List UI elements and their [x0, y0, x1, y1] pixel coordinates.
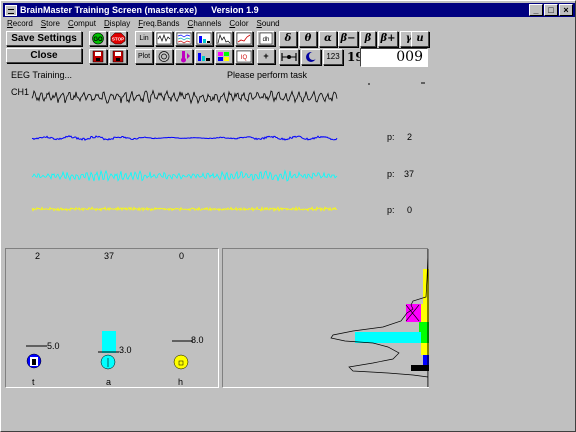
- menu-comput[interactable]: Comput: [64, 18, 100, 30]
- spectrum-bar-black: [411, 365, 429, 371]
- spectrum-bar-cyan: [355, 332, 421, 343]
- eeg-trace-area: [31, 82, 425, 213]
- therm-0-threshold: 5.0: [47, 341, 60, 351]
- band-beta-low-button[interactable]: β−: [338, 31, 358, 47]
- numbers-label: 123: [326, 52, 340, 61]
- band-alpha-button[interactable]: α: [319, 31, 337, 47]
- therm-1-value: 37: [104, 251, 115, 261]
- svg-text:GO: GO: [93, 37, 103, 43]
- image-display-icon[interactable]: IQ: [235, 49, 253, 64]
- plot-button[interactable]: Plot: [135, 49, 153, 64]
- therm-1: [98, 331, 119, 370]
- menu-record[interactable]: Record: [3, 18, 37, 30]
- wave-display-icon[interactable]: [155, 31, 173, 46]
- lin-label: Lin: [139, 35, 149, 42]
- therm-2-value: 0: [179, 251, 185, 261]
- target-icon[interactable]: [155, 49, 173, 64]
- color-grid-icon[interactable]: [215, 49, 233, 64]
- band-2-p-value: 0: [407, 205, 413, 215]
- thermometer-icon[interactable]: [175, 49, 193, 64]
- close-button[interactable]: Close: [6, 48, 82, 63]
- window-title: BrainMaster Training Screen (master.exe): [20, 5, 198, 15]
- band-1-p-value: 37: [404, 169, 415, 179]
- therm-0-letter: t: [32, 377, 35, 387]
- go-button[interactable]: GO: [89, 31, 107, 46]
- band-0-p-label: p:: [387, 132, 395, 142]
- spectrum-icon[interactable]: [215, 31, 233, 46]
- trend-icon[interactable]: [235, 31, 253, 46]
- menu-freq-bands[interactable]: Freq.Bands: [134, 18, 183, 30]
- maximize-button[interactable]: □: [544, 4, 558, 16]
- status-left: EEG Training...: [11, 70, 73, 80]
- band-beta-high-button[interactable]: β+: [378, 31, 398, 47]
- therm-2-threshold: 8.0: [191, 335, 204, 345]
- app-icon[interactable]: [5, 4, 17, 16]
- minimize-button[interactable]: _: [529, 4, 543, 16]
- raw-eeg-trace: [31, 89, 338, 105]
- save-settings-button[interactable]: Save Settings: [6, 31, 82, 46]
- band-0-p-value: 2: [407, 132, 413, 142]
- band-beta-button[interactable]: β: [360, 31, 376, 47]
- menu-channels[interactable]: Channels: [184, 18, 226, 30]
- svg-text:STOP: STOP: [112, 37, 124, 42]
- menu-bar: Record Store Comput Display Freq.Bands C…: [3, 18, 284, 30]
- menu-display[interactable]: Display: [100, 18, 134, 30]
- svg-text:dh: dh: [263, 37, 270, 43]
- therm-1-letter: a: [106, 377, 112, 387]
- numbers-button[interactable]: 123: [323, 49, 343, 65]
- status-right: Please perform task: [227, 70, 308, 80]
- calculator-icon[interactable]: dh: [257, 31, 275, 46]
- therm-0-value: 2: [35, 251, 41, 261]
- menu-color[interactable]: Color: [225, 18, 252, 30]
- alpha-band-trace: [31, 169, 338, 183]
- band-theta-button[interactable]: θ: [299, 31, 317, 47]
- moon-icon[interactable]: [301, 49, 321, 65]
- band-1-p-label: p:: [387, 169, 395, 179]
- stop-button[interactable]: STOP: [109, 31, 127, 46]
- band-u-button[interactable]: u: [411, 31, 429, 47]
- color-bars-icon[interactable]: [195, 49, 213, 64]
- bar-graph-icon[interactable]: [195, 31, 213, 46]
- main-window: BrainMaster Training Screen (master.exe)…: [0, 0, 576, 432]
- theta-band-trace: [31, 135, 338, 141]
- span-icon[interactable]: [279, 49, 299, 65]
- therm-1-threshold: 3.0: [119, 345, 132, 355]
- title-bar[interactable]: BrainMaster Training Screen (master.exe)…: [3, 3, 575, 17]
- save-disk-icon[interactable]: [89, 49, 107, 64]
- band-delta-button[interactable]: δ: [279, 31, 297, 47]
- plus-button[interactable]: +: [257, 49, 275, 64]
- therm-2-letter: h: [178, 377, 184, 387]
- window-version: Version 1.9: [211, 5, 259, 15]
- band-2-p-label: p:: [387, 205, 395, 215]
- hibeta-band-trace: [31, 205, 338, 213]
- plus-label: +: [263, 51, 269, 61]
- spectrum-bar-magenta: [406, 304, 421, 322]
- spectrum-display: [330, 249, 429, 387]
- load-disk-icon[interactable]: [109, 49, 127, 64]
- plot-label: Plot: [137, 53, 151, 60]
- therm-0: [26, 345, 47, 369]
- lin-button[interactable]: Lin: [135, 31, 153, 46]
- menu-store[interactable]: Store: [37, 18, 64, 30]
- close-window-button[interactable]: ×: [559, 4, 573, 16]
- counter-display: 009: [360, 48, 428, 67]
- therm-2: [172, 340, 193, 370]
- menu-sound[interactable]: Sound: [252, 18, 283, 30]
- svg-text:IQ: IQ: [241, 55, 248, 61]
- multi-wave-icon[interactable]: [175, 31, 193, 46]
